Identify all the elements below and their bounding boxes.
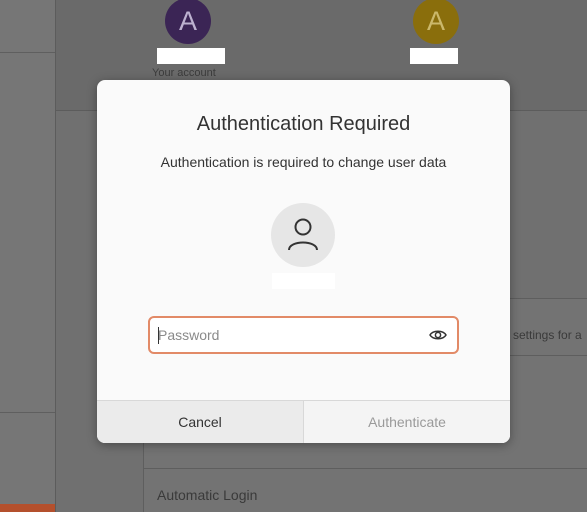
dialog-button-bar: Cancel Authenticate bbox=[97, 400, 510, 443]
user-avatar-other: A bbox=[413, 0, 459, 44]
user-avatar bbox=[271, 203, 335, 267]
sidebar-divider bbox=[0, 412, 55, 413]
cancel-button[interactable]: Cancel bbox=[97, 401, 304, 443]
automatic-login-row-label: Automatic Login bbox=[157, 487, 258, 503]
sidebar-divider bbox=[0, 52, 55, 53]
eye-icon[interactable] bbox=[429, 327, 447, 343]
authenticate-button[interactable]: Authenticate bbox=[304, 401, 510, 443]
dialog-message: Authentication is required to change use… bbox=[160, 154, 447, 170]
row-divider bbox=[143, 468, 587, 469]
authentication-dialog: Authentication Required Authentication i… bbox=[97, 80, 510, 443]
settings-hint-text: settings for a bbox=[513, 328, 582, 342]
redacted-username bbox=[157, 48, 225, 64]
sidebar-selected-indicator bbox=[0, 504, 55, 512]
redacted-username bbox=[272, 273, 335, 289]
password-input[interactable] bbox=[158, 318, 418, 352]
password-field[interactable] bbox=[148, 316, 459, 354]
dialog-title: Authentication Required bbox=[196, 113, 411, 135]
redacted-username bbox=[410, 48, 458, 64]
text-caret bbox=[158, 327, 159, 344]
sidebar bbox=[0, 0, 55, 512]
user-avatar-current: A bbox=[165, 0, 211, 44]
your-account-caption: Your account bbox=[152, 67, 216, 79]
user-silhouette-icon bbox=[288, 218, 318, 251]
